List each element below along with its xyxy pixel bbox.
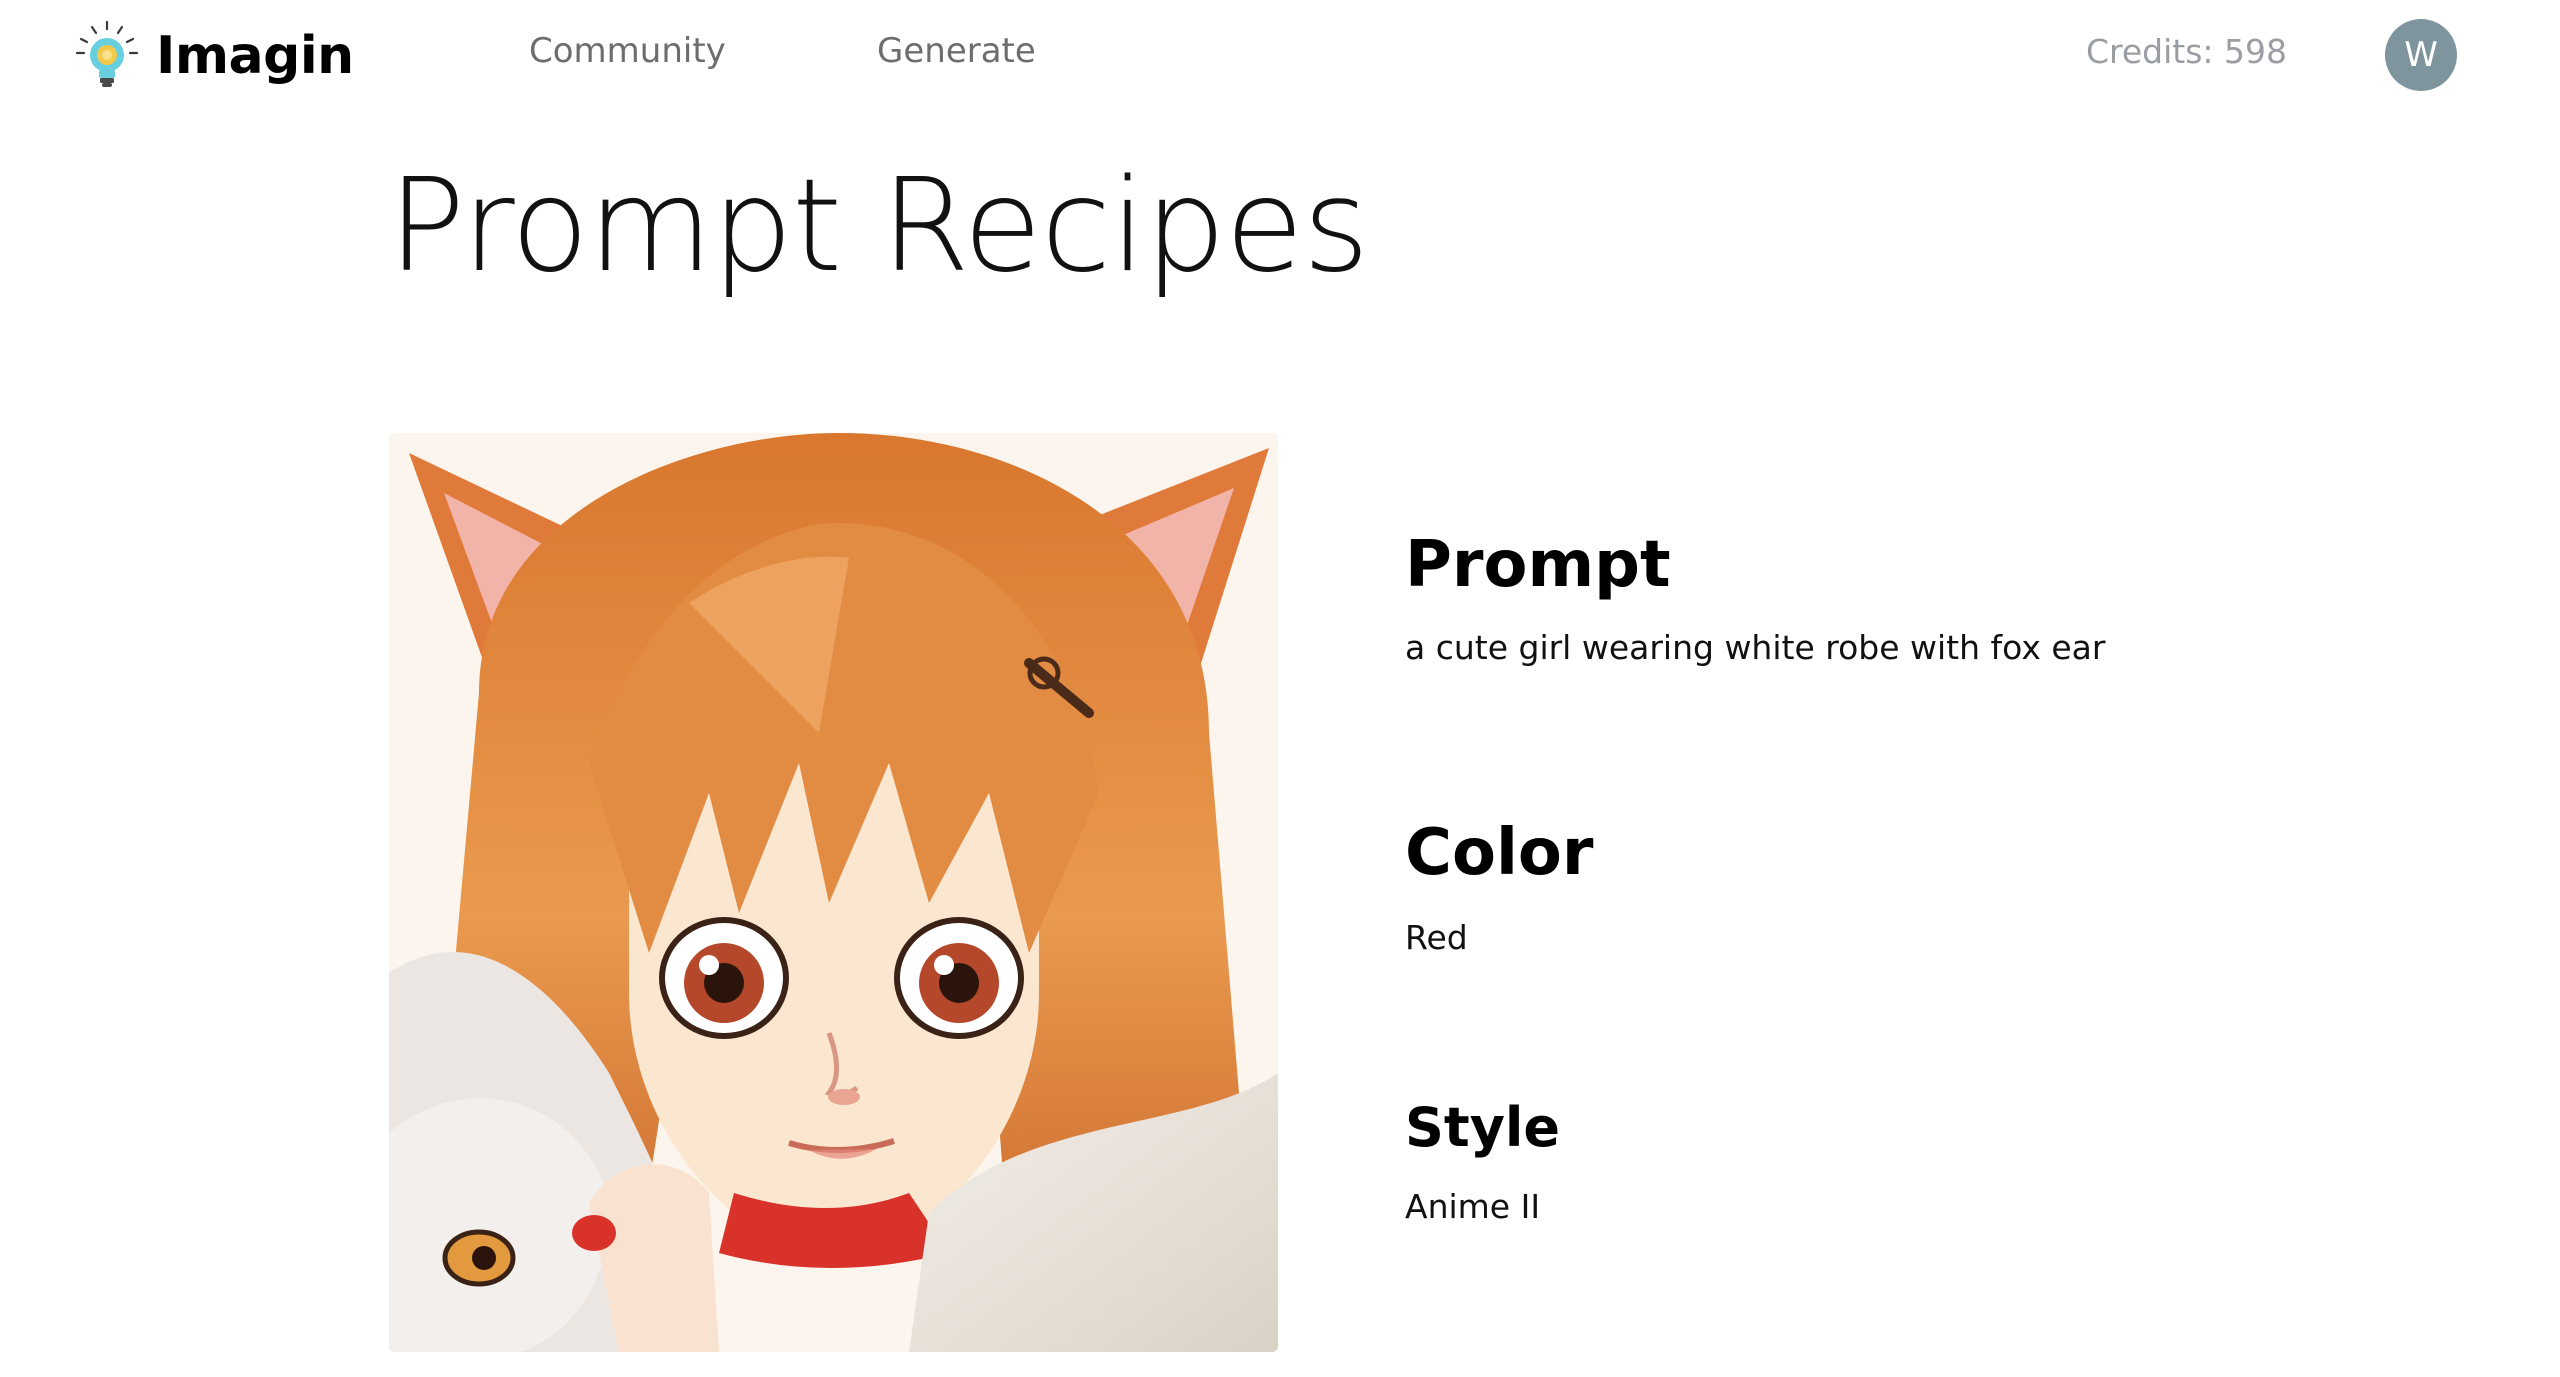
brand-logo-link[interactable]: Imagin	[74, 20, 354, 92]
style-heading: Style	[1405, 1096, 1561, 1159]
style-value: Anime II	[1405, 1187, 1541, 1227]
style-section: Style Anime II	[1405, 1098, 1560, 1227]
color-heading: Color	[1405, 816, 1594, 890]
prompt-section: Prompt a cute girl wearing white robe wi…	[1405, 530, 2105, 668]
anime-girl-illustration	[389, 433, 1278, 1352]
nav-generate-link[interactable]: Generate	[877, 34, 1036, 68]
brand-name: Imagin	[156, 26, 354, 86]
prompt-value: a cute girl wearing white robe with fox …	[1405, 628, 2106, 668]
credits-counter: Credits: 598	[2085, 32, 2287, 71]
recipe-image	[389, 433, 1278, 1352]
user-avatar[interactable]: W	[2385, 19, 2457, 91]
color-section: Color Red	[1405, 818, 1593, 958]
prompt-heading: Prompt	[1405, 528, 1671, 602]
nav-community-link[interactable]: Community	[529, 34, 726, 68]
page-title: Prompt Recipes	[388, 152, 1369, 301]
top-navigation: Imagin Community Generate Credits: 598 W	[0, 0, 2560, 112]
color-value: Red	[1405, 918, 1468, 958]
lightbulb-icon	[74, 20, 140, 92]
